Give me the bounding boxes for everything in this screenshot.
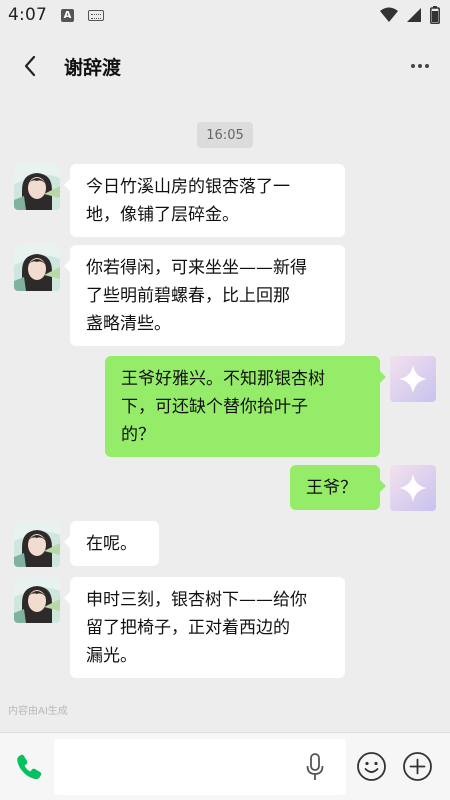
message-line: 了些明前碧螺春，比上回那	[86, 286, 290, 306]
message-line: 盏略清些。	[86, 314, 171, 334]
more-options-button[interactable]	[390, 30, 450, 102]
voice-input-button[interactable]	[303, 751, 327, 783]
message-bubble-incoming[interactable]: 申时三刻，银杏树下——给你 留了把椅子，正对着西边的 漏光。	[64, 577, 345, 678]
smiley-icon	[357, 752, 386, 781]
voice-call-button[interactable]	[14, 752, 44, 782]
back-button[interactable]	[0, 30, 60, 102]
message-line: 地，像铺了层碎金。	[86, 205, 239, 225]
contact-avatar[interactable]	[14, 245, 60, 291]
message-line: 你若得闲，可来坐坐——新得	[86, 258, 307, 278]
message-bubble-incoming[interactable]: 在呢。	[64, 521, 159, 566]
more-functions-button[interactable]	[402, 751, 433, 782]
plus-circle-icon	[403, 752, 432, 781]
message-line: 王爷好雅兴。不知那银杏树	[121, 369, 325, 389]
input-bar	[0, 732, 450, 800]
message-bubble-outgoing[interactable]: 王爷？	[290, 465, 386, 510]
message-line: 的？	[121, 425, 155, 445]
keyboard-icon	[87, 9, 104, 21]
message-line: 漏光。	[86, 646, 137, 666]
status-time: 4:07	[8, 5, 47, 25]
more-icon	[411, 64, 429, 68]
message-bubble-incoming[interactable]: 今日竹溪山房的银杏落了一 地，像铺了层碎金。	[64, 164, 345, 237]
accessibility-icon: A	[60, 8, 74, 22]
user-avatar[interactable]	[390, 465, 436, 511]
chevron-left-icon	[24, 55, 36, 77]
message-line: 在呢。	[86, 534, 137, 554]
battery-icon	[430, 6, 440, 24]
message-bubble-incoming[interactable]: 你若得闲，可来坐坐——新得 了些明前碧螺春，比上回那 盏略清些。	[64, 245, 345, 346]
wifi-icon	[380, 7, 398, 22]
message-line: 留了把椅子，正对着西边的	[86, 618, 290, 638]
message-timestamp: 16:05	[197, 122, 253, 148]
contact-name: 谢辞渡	[64, 56, 122, 79]
message-bubble-outgoing[interactable]: 王爷好雅兴。不知那银杏树 下，可还缺个替你拾叶子 的？	[105, 356, 386, 457]
contact-avatar[interactable]	[14, 164, 60, 210]
signal-icon	[407, 8, 421, 22]
status-bar: 4:07 A	[0, 0, 450, 30]
contact-avatar[interactable]	[14, 521, 60, 567]
phone-icon	[17, 754, 42, 780]
message-line: 今日竹溪山房的银杏落了一	[86, 177, 290, 197]
contact-avatar[interactable]	[14, 577, 60, 623]
message-line: 下，可还缺个替你拾叶子	[121, 397, 308, 417]
microphone-icon	[306, 753, 324, 780]
message-line: 王爷？	[306, 478, 357, 498]
message-line: 申时三刻，银杏树下——给你	[86, 590, 307, 610]
chat-header: 谢辞渡	[0, 30, 450, 102]
chat-area[interactable]: 16:05 今日竹溪山房的银杏落了一 地，像铺了层碎金。 你若得闲，可来坐坐——…	[0, 102, 450, 732]
user-avatar[interactable]	[390, 356, 436, 402]
emoji-button[interactable]	[356, 751, 387, 782]
ai-generated-note: 内容由AI生成	[8, 706, 68, 717]
